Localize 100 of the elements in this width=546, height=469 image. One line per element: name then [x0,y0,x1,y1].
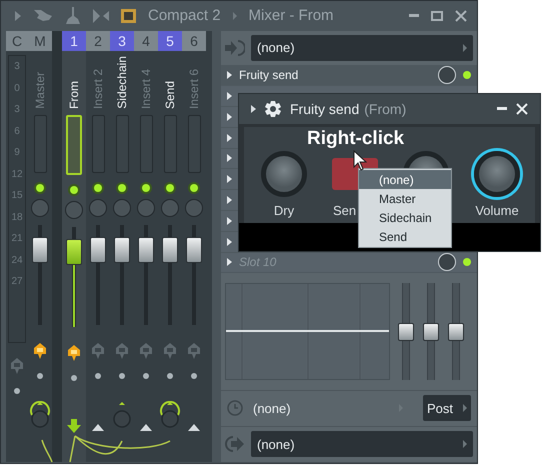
caret-icon [463,404,467,412]
gear-icon[interactable] [265,101,281,117]
track-name[interactable]: Send [163,80,177,109]
fader-thumb[interactable] [423,323,439,342]
arrow-icon[interactable] [251,105,256,113]
caret-icon [463,440,467,448]
status-led[interactable] [36,184,44,192]
status-led[interactable] [190,184,198,192]
scale-label: 3 [14,60,20,74]
scale-label: 3 [14,103,20,117]
fader-thumb[interactable] [32,237,48,263]
mix-knob[interactable] [438,253,456,272]
eq-graph-drawing[interactable] [225,283,390,380]
slot-led[interactable] [463,258,471,266]
dot-icon [14,388,20,394]
position-dropdown[interactable]: Post [423,395,471,422]
separator-arrow-icon [232,12,237,20]
preset-name[interactable]: Compact 2 [148,4,221,28]
fader-thumb[interactable] [114,237,130,263]
track-number[interactable]: 2 [86,31,110,51]
square-icon[interactable] [121,9,136,23]
track-number[interactable]: 5 [158,31,182,51]
expand-arrow-icon[interactable] [227,71,232,80]
status-led[interactable] [70,186,78,194]
menu-item[interactable]: Send [359,227,451,246]
send-dropdown[interactable]: (none) [253,398,413,418]
dropdown-value: (none) [257,38,295,57]
track-name[interactable]: Insert 6 [187,68,201,109]
track-number[interactable]: 1 [62,31,86,51]
scale-label: 21 [11,232,23,246]
input-dropdown[interactable]: (none) [251,34,473,61]
fader-thumb[interactable] [398,323,414,342]
status-led[interactable] [118,184,126,192]
scale-label: 15 [11,189,23,203]
expand-arrow-icon[interactable] [227,175,232,184]
caret-icon [463,44,467,52]
scale-label: 0 [14,82,20,96]
track-name[interactable]: Master [33,72,47,109]
close-icon[interactable] [455,10,467,22]
mix-knob[interactable] [438,66,456,84]
track-number[interactable]: 6 [182,31,206,51]
clock-icon [227,400,243,416]
expand-arrow-icon[interactable] [227,154,232,162]
knob-label: Sen [333,203,356,219]
dot-icon [95,373,101,379]
expand-arrow-icon[interactable] [227,134,232,142]
menu-item[interactable]: Sidechain [359,208,451,227]
knob[interactable] [261,151,307,197]
expand-arrow-icon[interactable] [227,238,232,246]
slot-led[interactable] [463,71,471,80]
status-led[interactable] [142,184,150,192]
track-number[interactable]: 3 [110,31,134,51]
send-triangle-icon[interactable] [188,424,200,431]
knob-label: Dry [274,203,294,219]
mixer-slot[interactable]: Fruity send [221,65,477,86]
minimize-icon[interactable] [409,14,419,18]
track-name[interactable]: Insert 2 [91,68,105,109]
scale-label: 6 [14,124,20,138]
level-meter [34,115,46,173]
fader-thumb[interactable] [186,237,202,263]
record-arm-icon[interactable] [68,345,80,361]
track-number[interactable]: 4 [134,31,158,51]
fader-thumb[interactable] [448,323,464,342]
fader-thumb[interactable] [162,237,178,263]
fader-thumb[interactable] [66,239,82,265]
fader-thumb[interactable] [138,237,154,263]
send-triangle-icon[interactable] [92,424,104,431]
expand-arrow-icon[interactable] [227,216,232,225]
dropdown-value: Post [427,400,454,418]
expand-arrow-icon[interactable] [227,258,232,266]
expand-arrow-icon[interactable] [227,112,232,121]
track-number[interactable]: C [6,31,28,51]
status-led[interactable] [166,184,174,192]
track-name[interactable]: Insert 4 [139,68,153,109]
menu-item[interactable]: Master [359,189,451,208]
knob-label: Volume [475,203,519,219]
expand-arrow-icon[interactable] [227,92,232,100]
knob[interactable] [474,151,520,197]
mixer-track[interactable]: 1 From [62,31,86,462]
track-name[interactable]: Sidechain [115,56,129,109]
expand-arrow-icon[interactable] [227,196,232,204]
dropdown-value: (none) [253,400,291,418]
send-triangle-icon[interactable] [140,424,152,431]
track-number[interactable]: M [28,31,52,51]
record-arm-icon[interactable] [34,343,46,359]
status-led[interactable] [94,184,102,192]
menu-item[interactable]: (none) [359,170,451,189]
level-meter [164,115,176,173]
minimize-icon[interactable] [497,107,507,111]
cursor-icon [353,150,367,171]
send-arrow-icon[interactable] [67,419,81,433]
scale-label: 9 [14,146,20,160]
input-icon [225,38,245,57]
scale-label: 27 [11,275,23,289]
fader-thumb[interactable] [90,237,106,263]
scale-label: 24 [11,254,23,268]
output-dropdown[interactable]: (none) [251,431,473,458]
track-name[interactable]: From [67,81,81,109]
scale-label: 18 [11,210,23,224]
maximize-icon[interactable] [431,11,443,21]
